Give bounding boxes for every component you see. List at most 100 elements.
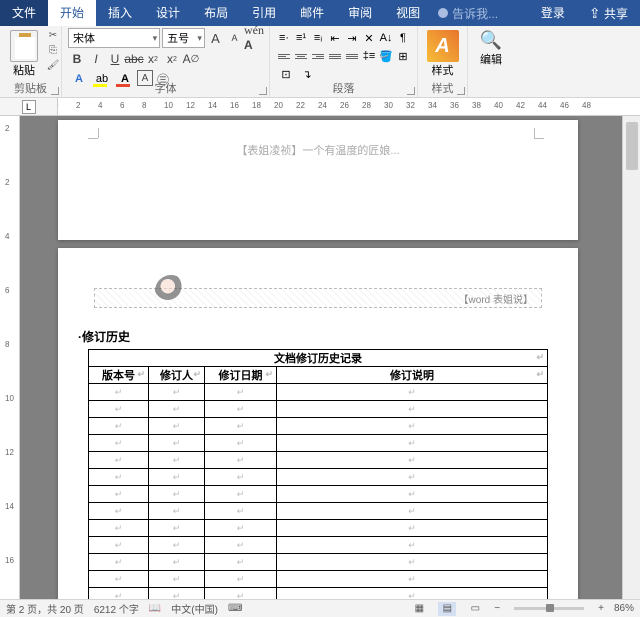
table-cell[interactable]: ↵ <box>277 503 548 520</box>
table-cell[interactable]: ↵ <box>89 554 149 571</box>
vertical-scrollbar[interactable] <box>622 116 640 599</box>
table-row[interactable]: ↵↵↵↵ <box>89 537 548 554</box>
zoom-out-button[interactable]: − <box>494 603 500 614</box>
table-cell[interactable]: ↵ <box>89 384 149 401</box>
horizontal-ruler[interactable]: 0246810121416182022242628303234363840424… <box>58 98 640 115</box>
tell-me[interactable]: 告诉我... <box>438 5 498 22</box>
tab-mail[interactable]: 邮件 <box>288 0 336 26</box>
table-cell[interactable]: ↵ <box>149 486 205 503</box>
bold-button[interactable]: B <box>68 50 86 68</box>
table-cell[interactable]: ↵ <box>89 401 149 418</box>
italic-button[interactable]: I <box>87 50 105 68</box>
justify-button[interactable] <box>327 48 343 64</box>
font-dialog-launcher[interactable] <box>259 87 267 95</box>
subscript-button[interactable]: x2 <box>144 50 162 68</box>
login-button[interactable]: 登录 <box>529 0 577 26</box>
table-cell[interactable]: ↵ <box>89 452 149 469</box>
tab-review[interactable]: 审阅 <box>336 0 384 26</box>
align-left-button[interactable] <box>276 48 292 64</box>
table-cell[interactable]: ↵ <box>205 486 277 503</box>
table-row[interactable]: ↵↵↵↵ <box>89 520 548 537</box>
table-cell[interactable]: ↵ <box>205 418 277 435</box>
page-indicator[interactable]: 第 2 页，共 20 页 <box>6 601 84 616</box>
table-cell[interactable]: ↵ <box>277 486 548 503</box>
table-header[interactable]: 修订说明↵ <box>277 367 548 384</box>
sort-button[interactable]: A↓ <box>378 30 394 46</box>
zoom-in-button[interactable]: + <box>598 603 604 614</box>
zoom-slider[interactable] <box>514 607 584 610</box>
underline-button[interactable]: U <box>106 50 124 68</box>
table-row[interactable]: ↵↵↵↵ <box>89 486 548 503</box>
align-center-button[interactable] <box>293 48 309 64</box>
increase-indent-button[interactable]: ⇥ <box>344 30 360 46</box>
tab-design[interactable]: 设计 <box>144 0 192 26</box>
language-indicator[interactable]: 中文(中国) <box>171 601 218 616</box>
tab-layout[interactable]: 布局 <box>192 0 240 26</box>
cut-button[interactable]: ✂ <box>44 28 62 42</box>
vertical-ruler[interactable]: 2246810121416 <box>0 116 20 599</box>
table-cell[interactable]: ↵ <box>205 537 277 554</box>
decrease-indent-button[interactable]: ⇤ <box>327 30 343 46</box>
table-row[interactable]: ↵↵↵↵ <box>89 554 548 571</box>
copy-button[interactable]: ⎘ <box>44 43 62 57</box>
table-row[interactable]: ↵↵↵↵ <box>89 588 548 600</box>
table-cell[interactable]: ↵ <box>149 554 205 571</box>
strikethrough-button[interactable]: abc <box>125 50 143 68</box>
table-row[interactable]: ↵↵↵↵ <box>89 503 548 520</box>
table-cell[interactable]: ↵ <box>149 384 205 401</box>
table-cell[interactable]: ↵ <box>277 554 548 571</box>
grow-font-button[interactable]: A <box>207 29 224 47</box>
table-cell[interactable]: ↵ <box>89 469 149 486</box>
styles-button[interactable]: A 样式 <box>424 28 461 80</box>
table-cell[interactable]: ↵ <box>277 537 548 554</box>
table-cell[interactable]: ↵ <box>277 435 548 452</box>
table-row[interactable]: ↵↵↵↵ <box>89 418 548 435</box>
tab-file[interactable]: 文件 <box>0 0 48 26</box>
table-header[interactable]: 版本号↵ <box>89 367 149 384</box>
table-cell[interactable]: ↵ <box>149 520 205 537</box>
bullets-button[interactable]: ≡· <box>276 30 292 46</box>
section-heading[interactable]: ·修订历史 <box>78 328 568 345</box>
table-cell[interactable]: ↵ <box>89 418 149 435</box>
document-canvas[interactable]: 2246810121416 【表姐凌祯】一个有温度的匠娘... 【word 表姐… <box>0 116 622 599</box>
table-header[interactable]: 修订人↵ <box>149 367 205 384</box>
table-cell[interactable]: ↵ <box>205 554 277 571</box>
table-cell[interactable]: ↵ <box>205 520 277 537</box>
table-cell[interactable]: ↵ <box>89 537 149 554</box>
editing-button[interactable]: 🔍 编辑 <box>474 28 508 69</box>
table-title[interactable]: 文档修订历史记录↵ <box>89 350 548 367</box>
table-cell[interactable]: ↵ <box>149 452 205 469</box>
table-cell[interactable]: ↵ <box>89 503 149 520</box>
table-cell[interactable]: ↵ <box>277 571 548 588</box>
paragraph-dialog-launcher[interactable] <box>407 87 415 95</box>
table-cell[interactable]: ↵ <box>89 588 149 600</box>
numbering-button[interactable]: ≡¹ <box>293 30 309 46</box>
tab-view[interactable]: 视图 <box>384 0 432 26</box>
table-cell[interactable]: ↵ <box>277 588 548 600</box>
tab-insert[interactable]: 插入 <box>96 0 144 26</box>
asian-layout-button[interactable]: ✕ <box>361 30 377 46</box>
table-cell[interactable]: ↵ <box>149 469 205 486</box>
table-cell[interactable]: ↵ <box>205 435 277 452</box>
page-header[interactable]: 【word 表姐说】 <box>94 288 542 308</box>
table-cell[interactable]: ↵ <box>205 452 277 469</box>
table-cell[interactable]: ↵ <box>89 486 149 503</box>
table-row[interactable]: ↵↵↵↵ <box>89 469 548 486</box>
table-cell[interactable]: ↵ <box>205 401 277 418</box>
table-row[interactable]: ↵↵↵↵ <box>89 401 548 418</box>
table-cell[interactable]: ↵ <box>277 418 548 435</box>
table-cell[interactable]: ↵ <box>89 435 149 452</box>
table-cell[interactable]: ↵ <box>277 469 548 486</box>
clear-formatting-button[interactable]: A∅ <box>182 50 200 68</box>
share-button[interactable]: ⇪ 共享 <box>577 0 640 26</box>
table-cell[interactable]: ↵ <box>149 503 205 520</box>
table-cell[interactable]: ↵ <box>277 384 548 401</box>
clipboard-dialog-launcher[interactable] <box>51 87 59 95</box>
table-cell[interactable]: ↵ <box>89 520 149 537</box>
insert-mode-icon[interactable]: ⌨ <box>228 603 242 614</box>
shading-button[interactable]: 🪣 <box>378 48 394 64</box>
zoom-level[interactable]: 86% <box>614 603 634 614</box>
table-cell[interactable]: ↵ <box>205 588 277 600</box>
read-mode-button[interactable]: ▦ <box>410 602 428 616</box>
superscript-button[interactable]: x2 <box>163 50 181 68</box>
